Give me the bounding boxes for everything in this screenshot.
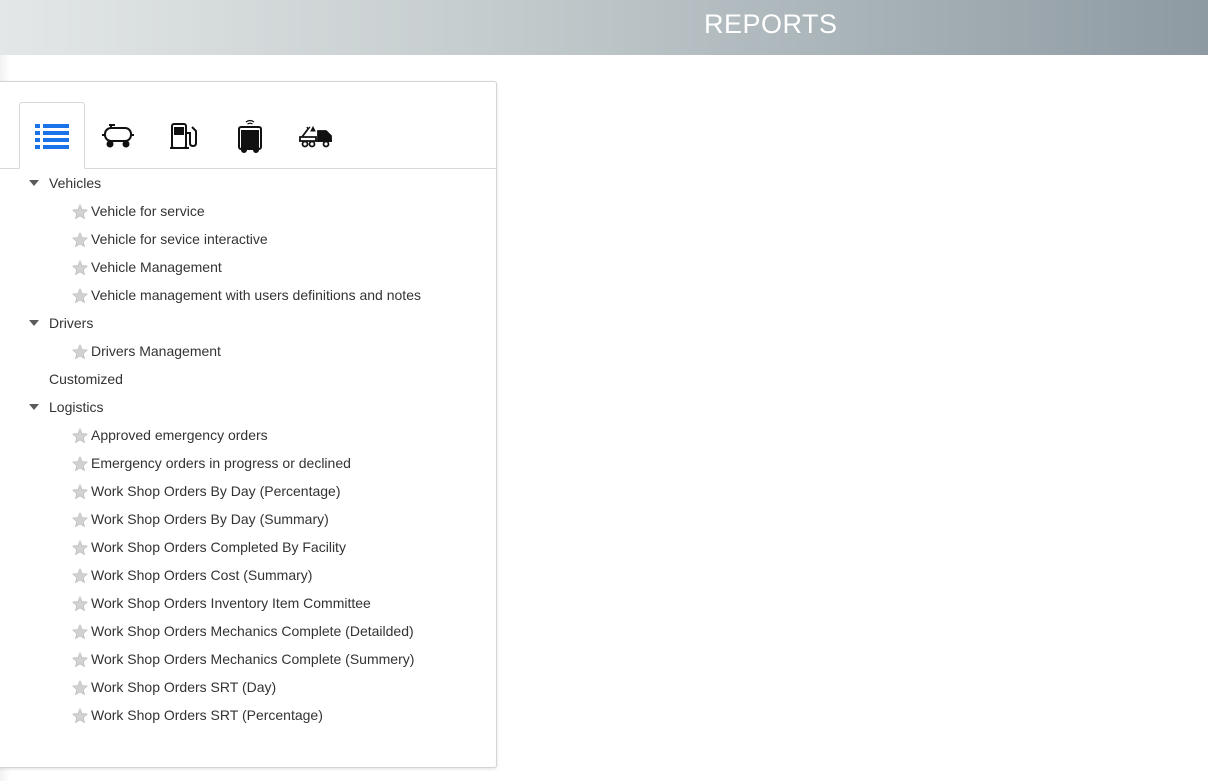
tree-item-label: Work Shop Orders SRT (Percentage) (91, 707, 323, 723)
expand-caret-icon[interactable] (29, 404, 39, 410)
star-icon[interactable] (72, 204, 88, 220)
tree-item-label: Work Shop Orders Mechanics Complete (Det… (91, 623, 414, 639)
star-icon[interactable] (72, 428, 88, 444)
tree-group-label: Customized (49, 371, 123, 387)
star-icon[interactable] (72, 708, 88, 724)
tree-item-label: Drivers Management (91, 343, 221, 359)
tow-truck-icon (299, 125, 332, 147)
star-icon[interactable] (72, 344, 88, 360)
tree-item-label: Work Shop Orders By Day (Percentage) (91, 483, 341, 499)
star-icon[interactable] (72, 484, 88, 500)
tab-device-reports[interactable] (217, 102, 283, 169)
star-icon[interactable] (72, 680, 88, 696)
star-icon[interactable] (72, 596, 88, 612)
star-icon[interactable] (72, 568, 88, 584)
tanker-icon (102, 123, 134, 147)
tree-item-label: Work Shop Orders Mechanics Complete (Sum… (91, 651, 415, 667)
tab-fuel-reports[interactable] (151, 102, 217, 169)
tree-item-label: Work Shop Orders SRT (Day) (91, 679, 277, 695)
tab-all-reports[interactable] (19, 102, 85, 169)
star-icon[interactable] (72, 288, 88, 304)
tree-item-label: Vehicle management with users definition… (91, 287, 421, 303)
star-icon[interactable] (72, 540, 88, 556)
fuel-pump-icon (170, 122, 197, 149)
tree-item-label: Approved emergency orders (91, 427, 268, 443)
reports-panel: Vehicles Vehicle for service Vehicle for… (0, 81, 497, 768)
page-header: REPORTS (0, 0, 1208, 55)
tree-group-label: Vehicles (49, 175, 102, 191)
tree-item-label: Emergency orders in progress or declined (91, 455, 351, 471)
tree-group-label: Drivers (49, 315, 94, 331)
page-title: REPORTS (704, 9, 838, 39)
tab-tow-reports[interactable] (283, 102, 349, 169)
star-icon[interactable] (72, 652, 88, 668)
tree-item-label: Vehicle for service (91, 203, 205, 219)
tree-group-label: Logistics (49, 399, 104, 415)
expand-caret-icon[interactable] (29, 320, 39, 326)
star-icon[interactable] (72, 232, 88, 248)
tree-item-label: Vehicle Management (91, 259, 222, 275)
tree-item-label: Work Shop Orders Cost (Summary) (91, 567, 313, 583)
expand-caret-icon[interactable] (29, 180, 39, 186)
bus-device-icon (238, 119, 262, 153)
tree-item-label: Work Shop Orders Completed By Facility (91, 539, 346, 555)
tab-tanker-reports[interactable] (85, 102, 151, 169)
star-icon[interactable] (72, 260, 88, 276)
star-icon[interactable] (72, 512, 88, 528)
tree-item-label: Work Shop Orders By Day (Summary) (91, 511, 329, 527)
star-icon[interactable] (72, 456, 88, 472)
tree-item-label: Vehicle for sevice interactive (91, 231, 268, 247)
tree-item-label: Work Shop Orders Inventory Item Committe… (91, 595, 371, 611)
star-icon[interactable] (72, 624, 88, 640)
list-icon (35, 123, 69, 149)
